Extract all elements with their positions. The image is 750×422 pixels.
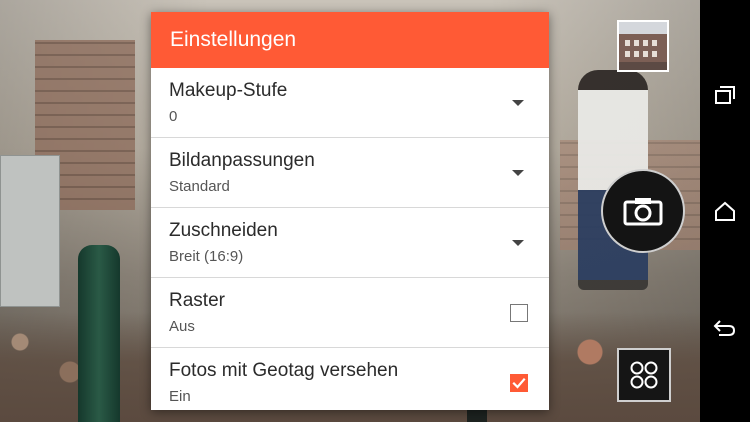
recent-apps-button[interactable]: [700, 70, 750, 120]
dialog-header: Einstellungen: [151, 12, 549, 68]
setting-title: Makeup-Stufe: [169, 80, 288, 101]
thumbnail-detail: [643, 40, 648, 46]
bollard: [78, 245, 120, 422]
setting-value: Standard: [169, 178, 230, 195]
dialog-title: Einstellungen: [170, 28, 297, 51]
thumbnail-detail: [625, 51, 630, 57]
setting-title: Raster: [169, 290, 225, 311]
electrical-box: [0, 155, 60, 307]
setting-value: 0: [169, 108, 178, 125]
setting-image-adjustments[interactable]: Bildanpassungen Standard: [151, 138, 549, 208]
thumbnail-detail: [652, 40, 657, 46]
setting-value: Breit (16:9): [169, 248, 244, 265]
setting-value: Ein: [169, 388, 191, 405]
camera-icon: [623, 198, 663, 226]
settings-dialog: Einstellungen Makeup-Stufe 0 Bildanpassu…: [151, 12, 549, 410]
dropdown-caret-icon[interactable]: [512, 170, 524, 176]
shutter-button[interactable]: [601, 169, 685, 253]
grid-checkbox[interactable]: [510, 304, 528, 322]
recent-apps-icon: [715, 86, 735, 104]
thumbnail-detail: [634, 40, 639, 46]
four-circles-grid-icon: [630, 361, 658, 389]
dropdown-caret-icon[interactable]: [512, 100, 524, 106]
home-button[interactable]: [700, 186, 750, 236]
camera-mode-button[interactable]: [617, 348, 671, 402]
setting-title: Bildanpassungen: [169, 150, 315, 171]
dropdown-caret-icon[interactable]: [512, 240, 524, 246]
setting-title: Fotos mit Geotag versehen: [169, 360, 399, 381]
setting-value: Aus: [169, 318, 195, 335]
checkmark-icon: [512, 377, 526, 389]
thumbnail-detail: [634, 51, 639, 57]
setting-crop[interactable]: Zuschneiden Breit (16:9): [151, 208, 549, 278]
setting-title: Zuschneiden: [169, 220, 278, 241]
setting-makeup-level[interactable]: Makeup-Stufe 0: [151, 68, 549, 138]
thumbnail-detail: [643, 51, 648, 57]
setting-geotag-photos[interactable]: Fotos mit Geotag versehen Ein: [151, 348, 549, 410]
navigation-bar: [700, 0, 750, 422]
geotag-checkbox[interactable]: [510, 374, 528, 392]
home-icon: [715, 201, 735, 221]
gallery-thumbnail[interactable]: [617, 20, 669, 72]
thumbnail-detail: [652, 51, 657, 57]
back-icon: [713, 320, 736, 336]
setting-grid[interactable]: Raster Aus: [151, 278, 549, 348]
back-button[interactable]: [700, 303, 750, 353]
thumbnail-detail: [625, 40, 630, 46]
